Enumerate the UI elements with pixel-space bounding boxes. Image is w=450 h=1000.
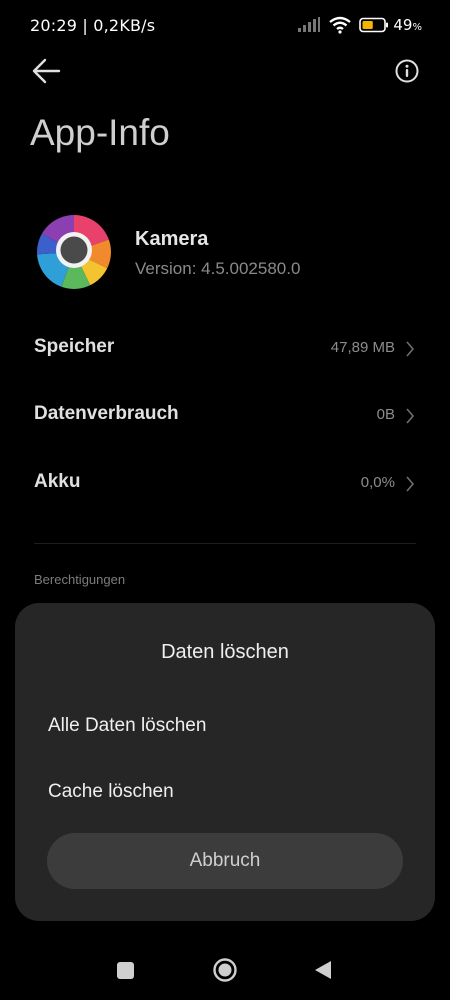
home-icon[interactable] [212,957,238,983]
back-triangle-icon[interactable] [313,959,333,981]
camera-app-icon [37,215,111,289]
chevron-right-icon [406,341,415,357]
arrow-left-icon [32,58,61,84]
chevron-right-icon [406,408,415,424]
dialog-title: Daten löschen [161,641,289,663]
row-storage[interactable]: Speicher 47,89 MB [0,324,450,374]
battery-icon [359,17,389,33]
page-title: App-Info [30,112,170,153]
chevron-right-icon [406,476,415,492]
permissions-section-label: Berechtigungen [34,572,126,587]
info-button[interactable] [394,58,420,84]
row-battery[interactable]: Akku 0,0% [0,459,450,509]
row-label: Akku [34,471,81,492]
status-time-speed: 20:29 | 0,2KB/s [30,16,156,35]
clear-cache-option[interactable]: Cache löschen [15,767,435,817]
back-button[interactable] [30,56,64,86]
recent-apps-icon[interactable] [117,962,134,979]
row-value: 0,0% [360,474,395,491]
row-label: Datenverbrauch [34,403,179,424]
app-version: Version: 4.5.002580.0 [135,259,301,278]
status-bar: 20:29 | 0,2KB/s 49% [0,0,450,50]
info-icon [395,59,419,83]
app-name: Kamera [135,228,209,250]
clear-all-data-option[interactable]: Alle Daten löschen [15,701,435,751]
clear-data-dialog: Daten löschen Alle Daten löschen Cache l… [15,603,435,921]
battery-percent: 49% [393,16,422,34]
status-icons: 49% [297,14,422,36]
row-data-usage[interactable]: Datenverbrauch 0B [0,391,450,441]
signal-icon [298,17,321,32]
navigation-bar [0,940,450,1000]
row-label: Speicher [34,336,115,357]
option-label: Alle Daten löschen [48,715,207,736]
divider [34,543,416,544]
wifi-icon [329,16,352,34]
option-label: Cache löschen [48,781,174,802]
cancel-button[interactable]: Abbruch [47,833,403,889]
row-value: 0B [376,406,395,423]
row-value: 47,89 MB [330,339,395,356]
